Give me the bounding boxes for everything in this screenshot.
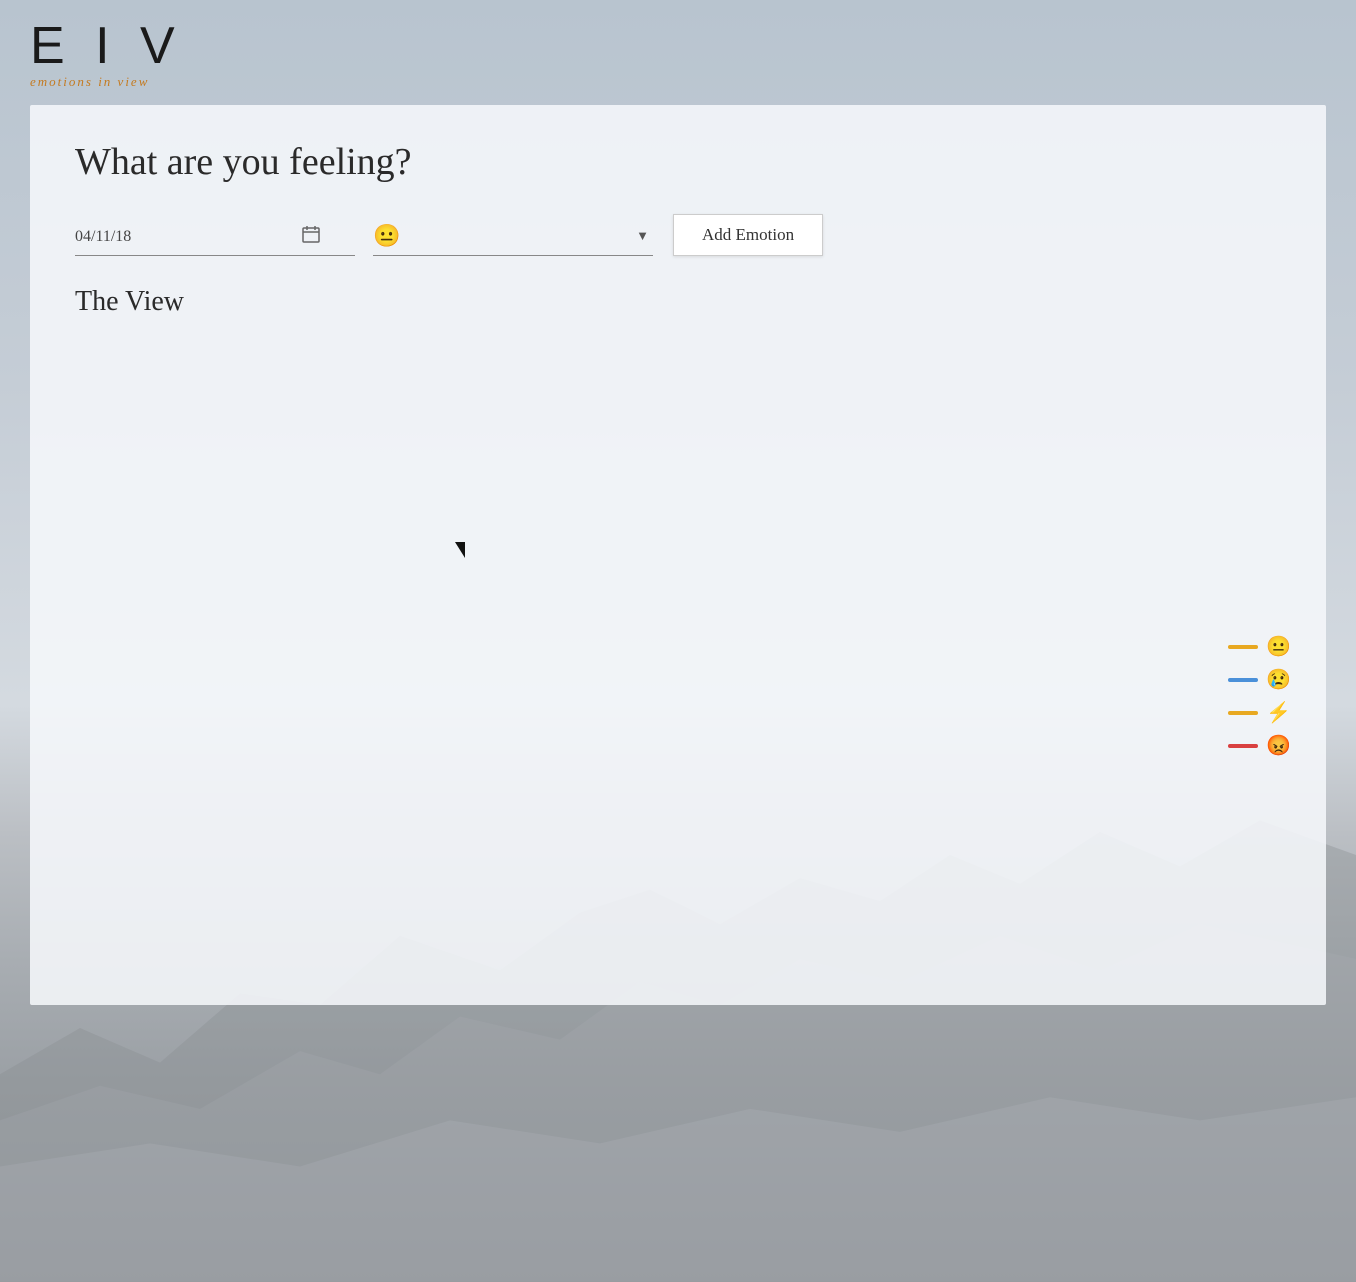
cursor bbox=[455, 538, 465, 564]
logo-sub: emotions in view bbox=[30, 74, 1326, 90]
emotion-select-wrap[interactable]: 😐 ▼ bbox=[373, 223, 653, 256]
legend-emoji: 😡 bbox=[1266, 733, 1291, 758]
legend-emoji: 😢 bbox=[1266, 667, 1291, 692]
legend-item: 😢 bbox=[1228, 667, 1291, 692]
legend-item: ⚡ bbox=[1228, 700, 1291, 725]
legend-bar bbox=[1228, 678, 1258, 682]
emotion-legend: 😐 😢 ⚡ 😡 bbox=[1228, 634, 1291, 758]
legend-emoji: 😐 bbox=[1266, 634, 1291, 659]
legend-bar bbox=[1228, 711, 1258, 715]
cursor-arrow bbox=[455, 542, 465, 558]
calendar-icon[interactable] bbox=[301, 224, 321, 249]
logo-main: E I V bbox=[30, 20, 1326, 72]
legend-item: 😡 bbox=[1228, 733, 1291, 758]
add-emotion-button[interactable]: Add Emotion bbox=[673, 214, 823, 256]
app-header: E I V emotions in view bbox=[0, 0, 1356, 105]
controls-row: 😐 ▼ Add Emotion bbox=[75, 214, 1281, 256]
view-area: 😐 😢 ⚡ 😡 bbox=[75, 338, 1281, 838]
legend-emoji: ⚡ bbox=[1266, 700, 1291, 725]
date-input[interactable] bbox=[75, 228, 295, 246]
legend-item: 😐 bbox=[1228, 634, 1291, 659]
view-section-title: The View bbox=[75, 286, 1281, 318]
dropdown-arrow-icon: ▼ bbox=[636, 228, 653, 244]
legend-bar bbox=[1228, 744, 1258, 748]
selected-emotion-icon: 😐 bbox=[373, 223, 400, 249]
legend-bar bbox=[1228, 645, 1258, 649]
date-field-wrap bbox=[75, 224, 355, 256]
page-title: What are you feeling? bbox=[75, 140, 1281, 184]
main-card: What are you feeling? 😐 ▼ Add Emotion Th… bbox=[30, 105, 1326, 1005]
